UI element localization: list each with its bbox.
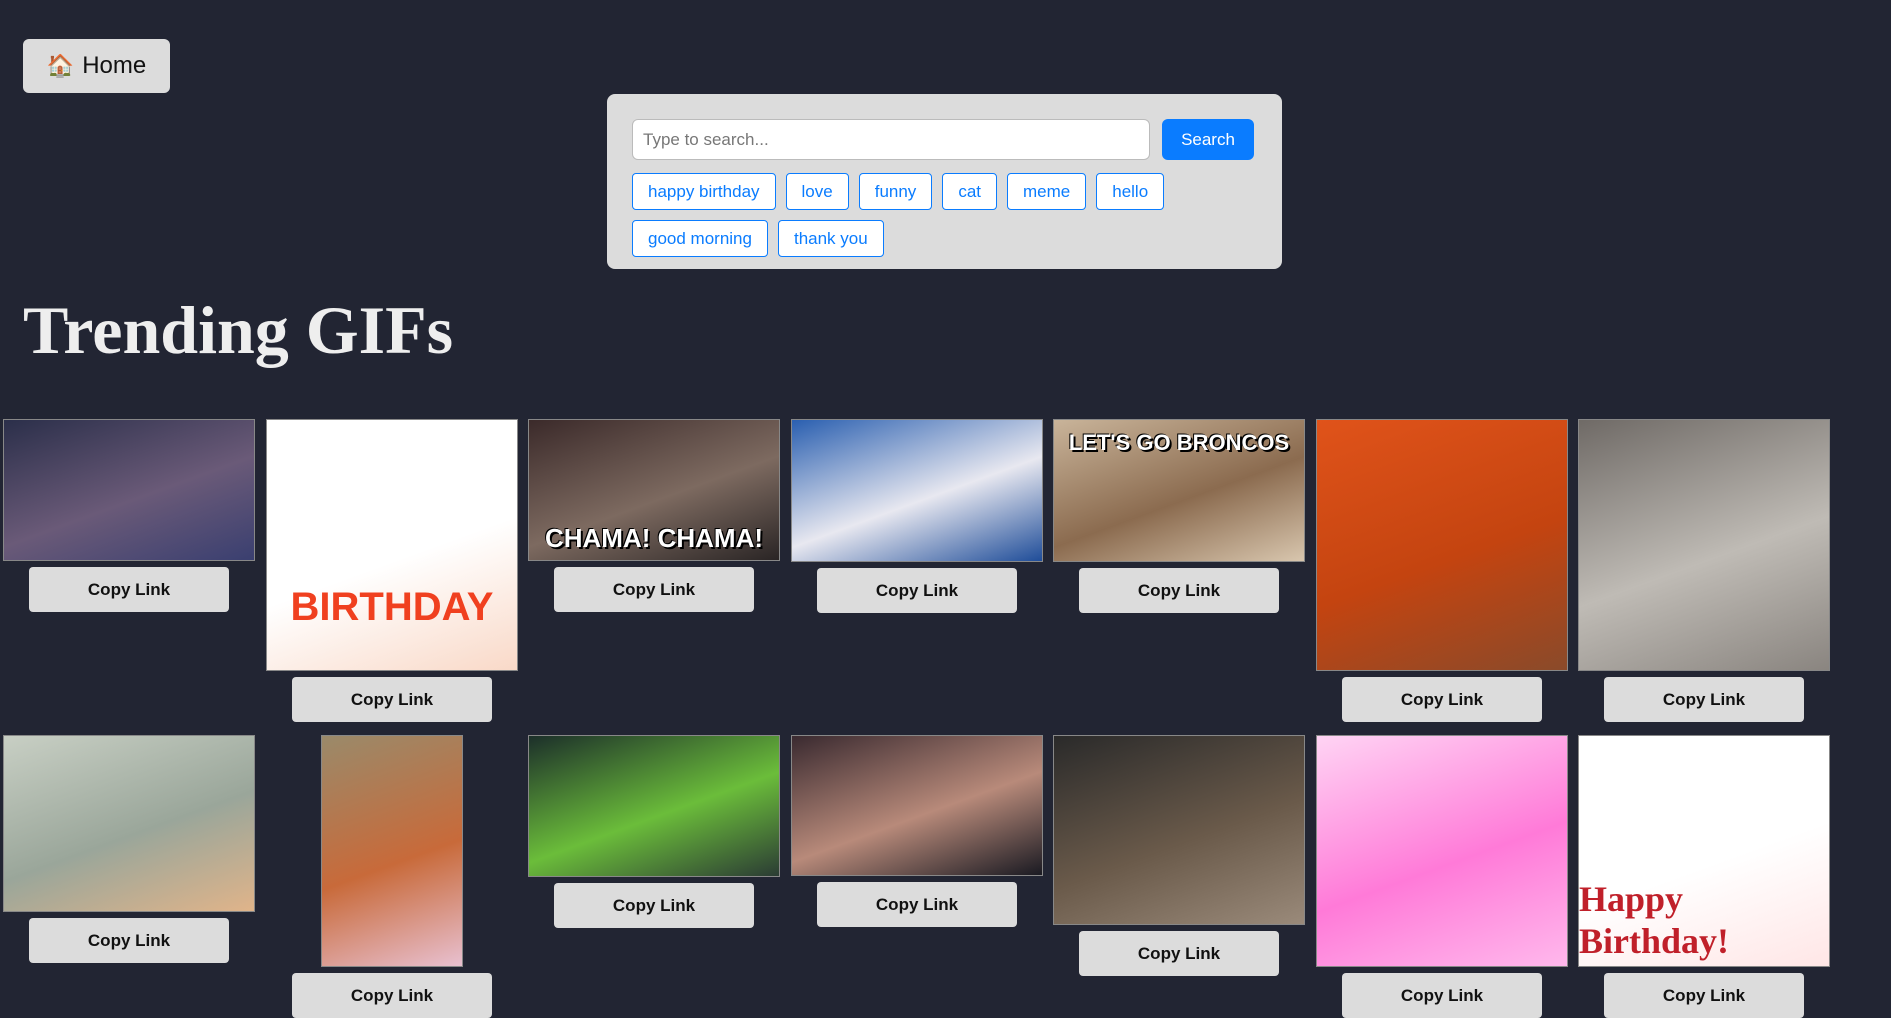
- suggested-tags: happy birthday love funny cat meme hello…: [632, 173, 1257, 257]
- gif-card: Copy Link: [791, 419, 1043, 613]
- gif-pink-hearts-frog[interactable]: [1316, 735, 1568, 967]
- tag-hello[interactable]: hello: [1096, 173, 1165, 210]
- copy-link-button[interactable]: Copy Link: [1079, 931, 1279, 976]
- gif-card: Copy Link: [1578, 419, 1830, 722]
- gif-laughing-chimp[interactable]: [1053, 735, 1305, 925]
- gif-seahawks-player[interactable]: [528, 735, 780, 877]
- search-row: Search: [632, 119, 1257, 160]
- gif-caption: BIRTHDAY: [290, 585, 494, 629]
- gif-card: Copy Link: [1316, 419, 1568, 722]
- copy-link-button[interactable]: Copy Link: [292, 973, 492, 1018]
- tag-love[interactable]: love: [785, 173, 849, 210]
- gif-broncos-horse[interactable]: LET'S GO BRONCOS: [1053, 419, 1305, 562]
- gif-happy-birthday-balloons[interactable]: Happy Birthday!: [1578, 735, 1830, 967]
- gif-mr-bean-party[interactable]: [1316, 419, 1568, 671]
- gif-card: Happy Birthday! Copy Link: [1578, 735, 1830, 1018]
- copy-link-button[interactable]: Copy Link: [1342, 973, 1542, 1018]
- copy-link-button[interactable]: Copy Link: [554, 883, 754, 928]
- copy-link-button[interactable]: Copy Link: [817, 568, 1017, 613]
- gif-caption: LET'S GO BRONCOS: [1068, 430, 1290, 455]
- copy-link-button[interactable]: Copy Link: [29, 918, 229, 963]
- gif-crowd-man[interactable]: [3, 419, 255, 561]
- gif-card: Copy Link: [3, 735, 255, 963]
- gif-caption: Happy Birthday!: [1579, 879, 1730, 961]
- copy-link-button[interactable]: Copy Link: [292, 677, 492, 722]
- gif-card: Copy Link: [1316, 735, 1568, 1018]
- copy-link-button[interactable]: Copy Link: [1604, 973, 1804, 1018]
- gif-birthday-hamster[interactable]: BIRTHDAY: [266, 419, 518, 671]
- copy-link-button[interactable]: Copy Link: [1604, 677, 1804, 722]
- gif-card: Copy Link: [791, 735, 1043, 927]
- page-title: Trending GIFs: [23, 292, 454, 368]
- copy-link-button[interactable]: Copy Link: [1342, 677, 1542, 722]
- search-input[interactable]: [632, 119, 1150, 160]
- tag-happy-birthday[interactable]: happy birthday: [632, 173, 776, 210]
- tag-funny[interactable]: funny: [858, 173, 933, 210]
- gif-wine-laughing[interactable]: [1578, 419, 1830, 671]
- gif-caption: CHAMA! CHAMA!: [544, 523, 764, 553]
- gif-sad-baby[interactable]: [3, 735, 255, 912]
- tag-cat[interactable]: cat: [942, 173, 997, 210]
- tag-good-morning[interactable]: good morning: [632, 220, 768, 257]
- copy-link-button[interactable]: Copy Link: [29, 567, 229, 612]
- home-button-label: Home: [82, 52, 147, 79]
- gif-card: Copy Link: [3, 419, 255, 612]
- copy-link-button[interactable]: Copy Link: [554, 567, 754, 612]
- gif-card: Copy Link: [292, 735, 492, 1018]
- search-button[interactable]: Search: [1162, 119, 1254, 160]
- search-panel: Search happy birthday love funny cat mem…: [607, 94, 1282, 269]
- gif-card: BIRTHDAY Copy Link: [266, 419, 518, 722]
- gif-chama-fighter[interactable]: CHAMA! CHAMA!: [528, 419, 780, 561]
- gif-card: Copy Link: [1053, 735, 1305, 976]
- tag-thank-you[interactable]: thank you: [777, 220, 884, 257]
- gif-blue-jays-player[interactable]: [791, 419, 1043, 562]
- gif-card: LET'S GO BRONCOS Copy Link: [1053, 419, 1305, 613]
- copy-link-button[interactable]: Copy Link: [817, 882, 1017, 927]
- copy-link-button[interactable]: Copy Link: [1079, 568, 1279, 613]
- house-icon: 🏠: [46, 53, 75, 78]
- gif-fighter-arena[interactable]: [791, 735, 1043, 876]
- tag-meme[interactable]: meme: [1007, 173, 1087, 210]
- home-button[interactable]: 🏠 Home: [23, 39, 170, 93]
- gif-card: CHAMA! CHAMA! Copy Link: [528, 419, 780, 612]
- gif-card: Copy Link: [528, 735, 780, 928]
- gif-red-panda-flowers[interactable]: [321, 735, 463, 967]
